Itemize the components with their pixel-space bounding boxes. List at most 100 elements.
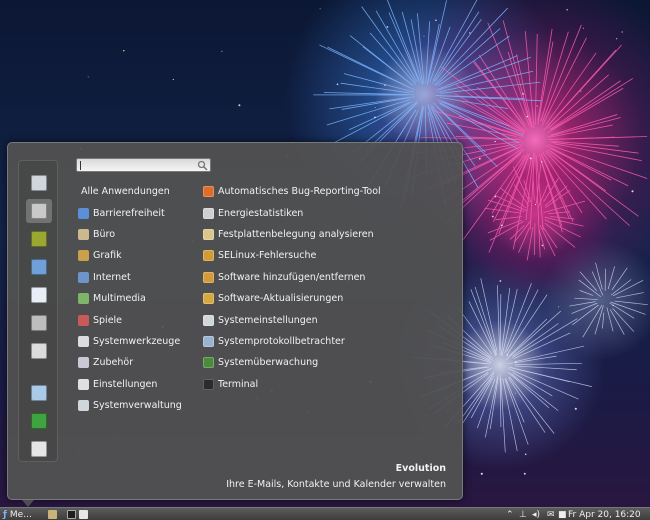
volume-indicator[interactable]: ◂): [532, 508, 540, 520]
globe-icon: [78, 271, 89, 283]
accessibility-icon: [78, 207, 89, 219]
star: [566, 9, 568, 11]
star: [534, 204, 537, 206]
category-label: Barrierefreiheit: [93, 207, 165, 219]
firework-ray: [548, 136, 648, 140]
category-label: Alle Anwendungen: [81, 186, 170, 198]
terminal-icon: [203, 378, 214, 390]
category-item[interactable]: Internet: [78, 267, 198, 288]
mail-icon: ✉: [547, 509, 555, 520]
firework-ray: [506, 289, 539, 352]
firework-ray: [511, 318, 578, 359]
firework-ray: [361, 6, 417, 83]
firework-ray: [544, 219, 581, 238]
firework-ray: [616, 292, 644, 299]
terminal-launcher[interactable]: [67, 508, 76, 520]
mail-indicator[interactable]: ✉: [547, 508, 555, 520]
firework-ray: [495, 216, 522, 221]
camera-icon: [31, 231, 47, 247]
search-input[interactable]: [76, 158, 211, 172]
application-item[interactable]: Software hinzufügen/entfernen: [203, 267, 458, 288]
firework-ray: [426, 0, 447, 86]
admin-icon: [78, 400, 89, 412]
menu-button[interactable]: ƒ Me...: [3, 508, 32, 520]
star: [336, 83, 339, 86]
application-item[interactable]: Festplattenbelegung analysieren: [203, 224, 458, 245]
firework-ray: [505, 310, 562, 360]
category-item[interactable]: Systemwerkzeuge: [78, 331, 198, 352]
selected-app-description: Ihre E-Mails, Kontakte und Kalender verw…: [226, 479, 446, 490]
text-editor-launcher[interactable]: [79, 508, 88, 520]
application-item[interactable]: Terminal: [203, 374, 458, 395]
clock[interactable]: Fr Apr 20, 16:20: [568, 508, 641, 520]
firework-ray: [514, 362, 582, 366]
system-settings-icon: [203, 314, 214, 326]
firework-ray: [323, 92, 415, 96]
network-indicator[interactable]: ⊥: [519, 508, 527, 520]
category-item[interactable]: Büro: [78, 224, 198, 245]
application-label: Software hinzufügen/entfernen: [218, 271, 366, 283]
star: [515, 361, 517, 363]
firework-ray: [507, 51, 531, 124]
settings-icon: [78, 378, 89, 390]
games-icon: [78, 314, 89, 326]
menu-button-label: Me...: [9, 509, 32, 520]
application-label: Terminal: [218, 378, 259, 390]
firework-ray: [516, 54, 533, 128]
favorite-tools-button[interactable]: [26, 171, 52, 195]
favorite-monitor-button[interactable]: [26, 255, 52, 279]
firework-ray: [611, 267, 628, 291]
favorite-camera-button[interactable]: [26, 227, 52, 251]
archive-icon: [31, 315, 47, 331]
favorite-shutdown-button[interactable]: [26, 437, 52, 461]
category-item[interactable]: Einstellungen: [78, 374, 198, 395]
category-label: Einstellungen: [93, 378, 158, 390]
firework-ray: [480, 278, 498, 352]
category-item[interactable]: Spiele: [78, 309, 198, 330]
favorite-archive-button[interactable]: [26, 311, 52, 335]
firework-ray: [508, 368, 579, 400]
star: [529, 157, 532, 160]
favorite-doctor-button[interactable]: [26, 339, 52, 363]
firework-ray: [437, 70, 534, 93]
favorite-logout-button[interactable]: [26, 409, 52, 433]
category-item[interactable]: Barrierefreiheit: [78, 202, 198, 223]
firework-ray: [542, 24, 582, 122]
category-item[interactable]: Zubehör: [78, 352, 198, 373]
firework-ray: [537, 41, 554, 125]
category-label: Büro: [93, 228, 116, 240]
gear-icon: [78, 335, 89, 347]
firework-ray: [526, 227, 534, 261]
tray-expand-button[interactable]: ⌃: [506, 508, 514, 520]
shutdown-icon: [31, 441, 47, 457]
star: [319, 8, 321, 10]
category-label: Spiele: [93, 314, 123, 326]
application-item[interactable]: Software-Aktualisierungen: [203, 288, 458, 309]
search-icon[interactable]: [197, 160, 208, 171]
firework-ray: [574, 297, 598, 300]
application-item[interactable]: Energiestatistiken: [203, 202, 458, 223]
favorite-screen-lock-button[interactable]: [26, 381, 52, 405]
folder-icon: [48, 510, 57, 519]
application-label: Festplattenbelegung analysieren: [218, 228, 374, 240]
application-item[interactable]: Systemprotokollbetrachter: [203, 331, 458, 352]
favorite-document-button[interactable]: [26, 283, 52, 307]
file-manager-launcher[interactable]: [48, 508, 57, 520]
category-item[interactable]: Multimedia: [78, 288, 198, 309]
favorite-network-button[interactable]: [26, 199, 52, 223]
firework-ray: [319, 44, 410, 89]
application-item[interactable]: Systemeinstellungen: [203, 309, 458, 330]
package-icon: [203, 271, 214, 283]
application-item[interactable]: SELinux-Fehlersuche: [203, 245, 458, 266]
show-desktop-button[interactable]: ■: [558, 508, 567, 520]
category-item[interactable]: Systemverwaltung: [78, 395, 198, 416]
category-item[interactable]: Grafik: [78, 245, 198, 266]
category-all-applications[interactable]: Alle Anwendungen: [78, 181, 198, 202]
firework-ray: [546, 150, 630, 227]
application-label: Systemeinstellungen: [218, 314, 318, 326]
application-item[interactable]: Systemüberwachung: [203, 352, 458, 373]
star: [172, 78, 174, 81]
application-item[interactable]: Automatisches Bug-Reporting-Tool: [203, 181, 458, 202]
category-list: Alle Anwendungen Barrierefreiheit Büro Graf…: [78, 181, 198, 416]
application-label: Systemprotokollbetrachter: [218, 335, 345, 347]
